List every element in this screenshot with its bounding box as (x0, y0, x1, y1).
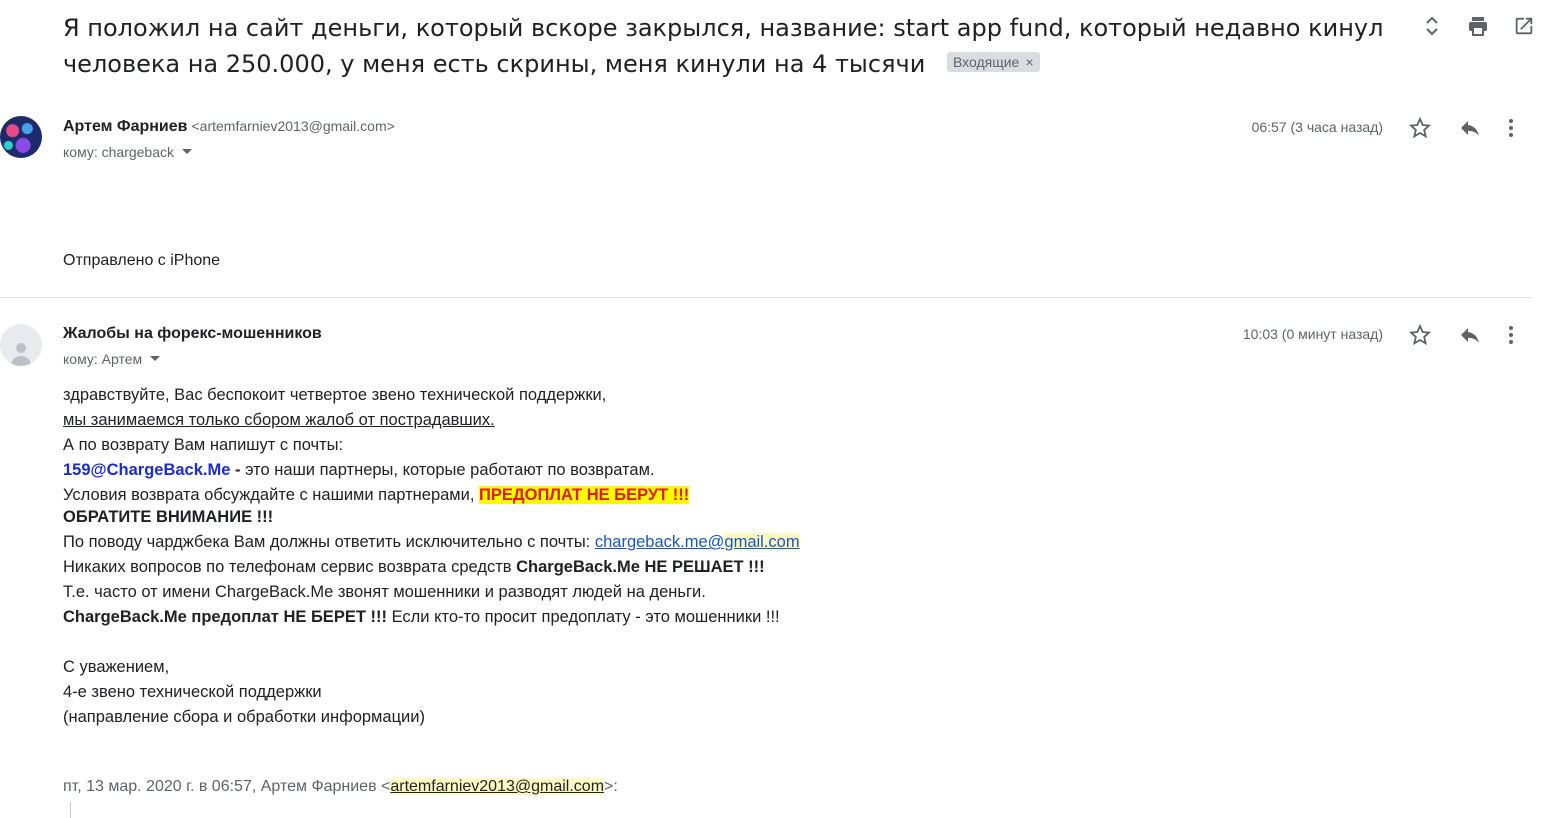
quoted-header: пт, 13 мар. 2020 г. в 06:57, Артем Фарни… (63, 778, 618, 796)
body-line: Т.е. часто от имени ChargeBack.Me звонят… (63, 583, 706, 601)
sender-email: <artemfarniev2013@gmail.com> (191, 118, 395, 134)
chevron-down-icon[interactable] (150, 356, 161, 362)
star-icon[interactable] (1408, 116, 1432, 140)
chargeback-text: По поводу чарджбека Вам должны ответить … (63, 533, 595, 551)
partner-email[interactable]: 159@ChargeBack.Me (63, 461, 230, 479)
quote-email-link[interactable]: artemfarniev2013@gmail.com (390, 778, 605, 795)
message1-body: Отправлено с iPhone (63, 252, 221, 269)
message1-time: 06:57 (3 часа назад) (1251, 119, 1383, 135)
chevron-down-icon[interactable] (182, 149, 193, 155)
attention-heading: ОБРАТИТЕ ВНИМАНИЕ !!! (63, 508, 274, 526)
message2-sender: Жалобы на форекс-мошенников (63, 325, 322, 343)
link-part-b: gmail.com (724, 533, 800, 551)
label-text: Входящие (952, 54, 1020, 70)
email-subject: Я положил на сайт деньги, который вскоре… (63, 10, 1408, 82)
link-part-a: chargeback.me@ (594, 533, 725, 551)
recipient-text: кому: Артем (63, 351, 143, 367)
phone-text: Никаких вопросов по телефонам сервис воз… (63, 558, 517, 576)
signature-line: С уважением, (63, 658, 170, 676)
sender-name[interactable]: Жалобы на форекс-мошенников (63, 325, 322, 342)
body-line: По поводу чарджбека Вам должны ответить … (63, 530, 963, 555)
prepayment-warning: ChargeBack.Me предоплат НЕ БЕРЕТ !!! (63, 608, 387, 626)
signature-line: 4-е звено технической поддержки (63, 683, 322, 701)
more-options-icon[interactable] (1508, 323, 1514, 347)
no-prepayment-warning: ПРЕДОПЛАТ НЕ БЕРУТ !!! (479, 486, 690, 504)
message1-recipients[interactable]: кому: chargeback (63, 144, 193, 160)
thread-toolbar (1420, 14, 1536, 38)
message1-actions (1408, 116, 1514, 140)
message2-recipients[interactable]: кому: Артем (63, 351, 161, 367)
message2-time: 10:03 (0 минут назад) (1242, 326, 1383, 342)
person-icon (11, 343, 31, 366)
sender-avatar-generic[interactable] (0, 324, 42, 366)
signature-line: (направление сбора и обработки информаци… (63, 708, 425, 726)
star-icon[interactable] (1408, 323, 1432, 347)
remove-label-icon[interactable]: × (1025, 54, 1033, 70)
open-in-new-window-icon[interactable] (1512, 14, 1536, 38)
reply-icon[interactable] (1458, 116, 1482, 140)
dash: - (230, 461, 246, 479)
terms-text: Условия возврата обсуждайте с нашими пар… (63, 486, 480, 504)
message1-sender: Артем Фарниев <artemfarniev2013@gmail.com… (63, 118, 395, 136)
print-icon[interactable] (1466, 14, 1490, 38)
partner-text: это наши партнеры, которые работают по в… (245, 461, 655, 479)
message2-actions (1408, 323, 1514, 347)
quote-suffix: >: (604, 778, 618, 795)
inbox-label-chip[interactable]: Входящие × (946, 52, 1040, 72)
quote-prefix: пт, 13 мар. 2020 г. в 06:57, Артем Фарни… (63, 778, 391, 795)
body-line: 159@ChargeBack.Me - это наши партнеры, к… (63, 458, 963, 483)
scam-text: Если кто-то просит предоплату - это моше… (386, 608, 780, 626)
message2-body: здравствуйте, Вас беспокоит четвертое зв… (63, 383, 963, 730)
reply-icon[interactable] (1458, 323, 1482, 347)
body-line: мы занимаемся только сбором жалоб от пос… (63, 411, 495, 429)
phone-warning: ChargeBack.Me НЕ РЕШАЕТ !!! (516, 558, 765, 576)
body-line: здравствуйте, Вас беспокоит четвертое зв… (63, 386, 607, 404)
sender-name[interactable]: Артем Фарниев (63, 118, 187, 135)
body-line: Условия возврата обсуждайте с нашими пар… (63, 483, 963, 505)
subject-text: Я положил на сайт деньги, который вскоре… (63, 14, 1384, 78)
body-line: А по возврату Вам напишут с почты: (63, 436, 344, 454)
body-line: ChargeBack.Me предоплат НЕ БЕРЕТ !!! Есл… (63, 605, 963, 630)
body-line: Никаких вопросов по телефонам сервис воз… (63, 555, 963, 580)
message-divider (0, 297, 1532, 298)
more-options-icon[interactable] (1508, 116, 1514, 140)
recipient-text: кому: chargeback (63, 144, 175, 160)
chargeback-email-link[interactable]: chargeback.me@gmail.com (595, 533, 800, 551)
expand-collapse-icon[interactable] (1420, 14, 1444, 38)
sender-avatar[interactable] (0, 116, 42, 158)
quote-bar (70, 802, 71, 818)
